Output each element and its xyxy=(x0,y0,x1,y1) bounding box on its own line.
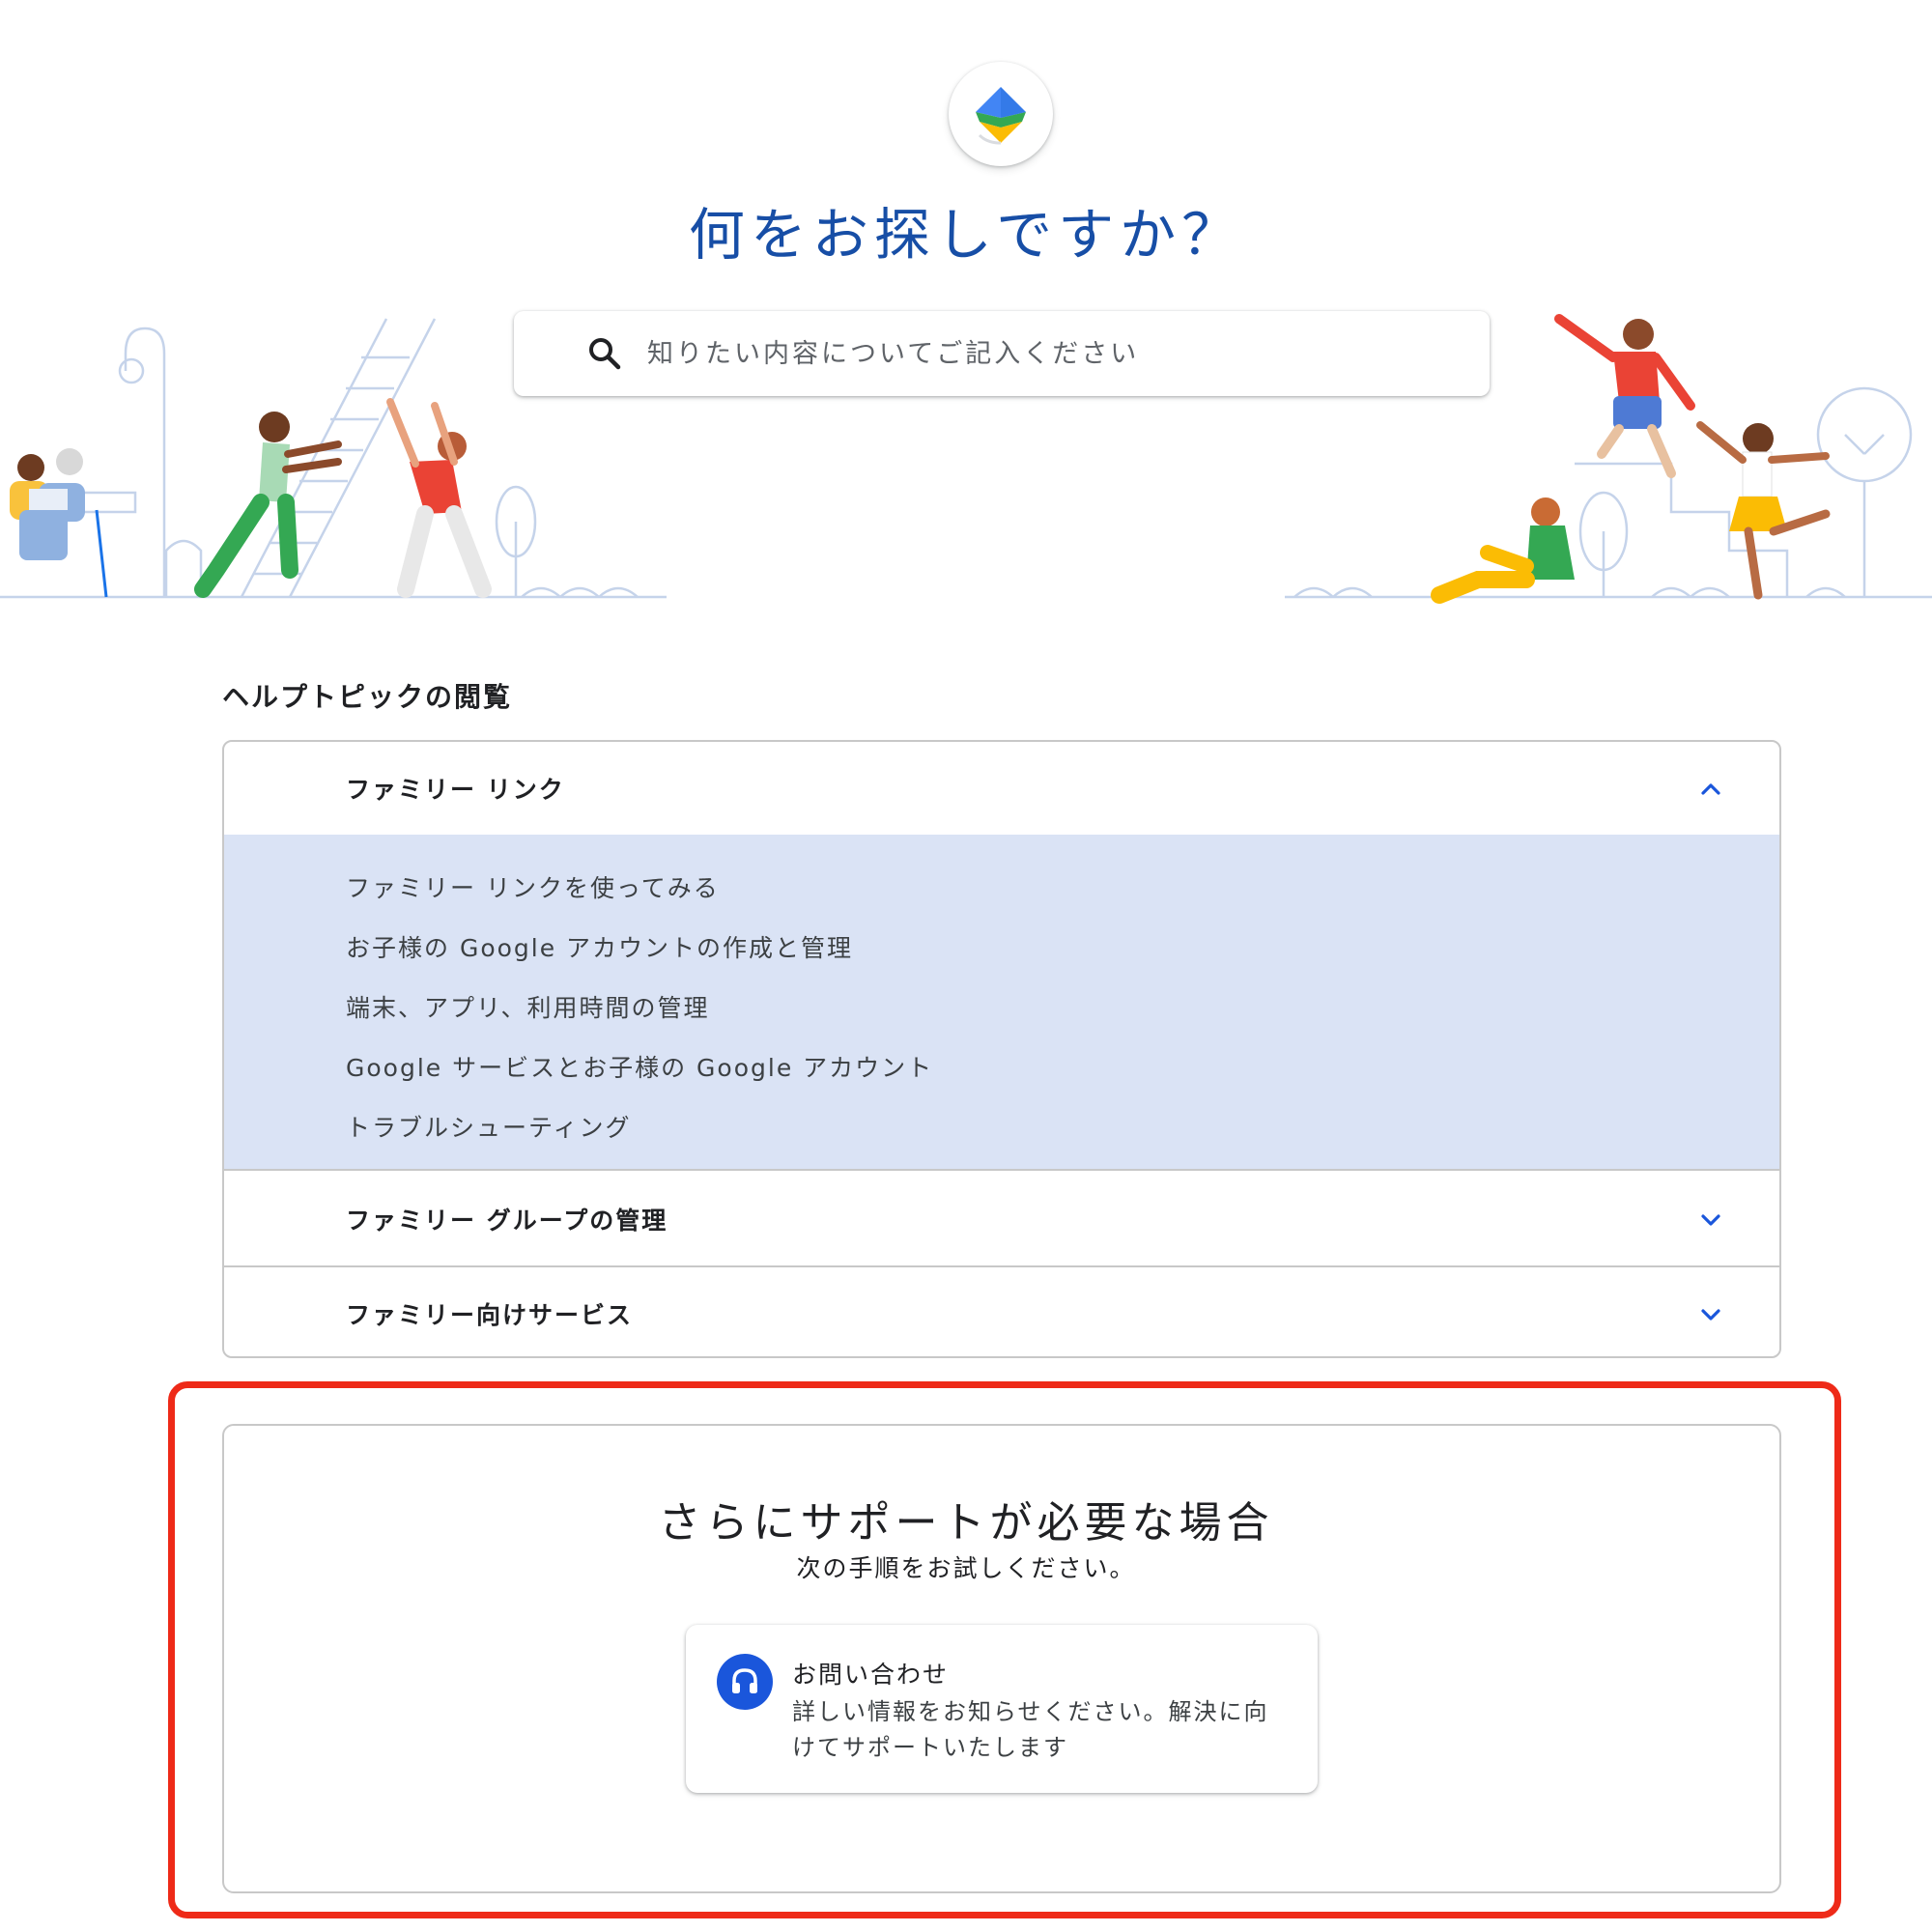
family-link-logo xyxy=(949,62,1053,166)
topic-link[interactable]: Google サービスとお子様の Google アカウント xyxy=(346,1049,933,1084)
chevron-down-icon[interactable] xyxy=(1698,1302,1723,1327)
google-family-link-logo-icon xyxy=(976,87,1026,145)
page-title: 何をお探しですか？ xyxy=(688,202,1244,268)
support-title: さらにサポートが必要な場合 xyxy=(658,1498,1274,1548)
accordion-header-family-services[interactable]: ファミリー向けサービス xyxy=(224,1267,1779,1356)
headset-icon xyxy=(717,1654,773,1710)
contact-us-card[interactable]: お問い合わせ 詳しい情報をお知らせください。解決に向けてサポートいたします xyxy=(686,1625,1318,1793)
accordion-header-family-group[interactable]: ファミリー グループの管理 xyxy=(224,1173,1779,1265)
accordion-header-family-link[interactable]: ファミリー リンク xyxy=(224,742,1779,835)
contact-us-title: お問い合わせ xyxy=(792,1661,950,1689)
help-topics-heading: ヘルプトピックの閲覧 xyxy=(222,681,513,713)
contact-us-description: 詳しい情報をお知らせください。解決に向けてサポートいたします xyxy=(792,1698,1269,1761)
topic-link[interactable]: お子様の Google アカウントの作成と管理 xyxy=(346,929,853,964)
search-input[interactable] xyxy=(647,330,1459,377)
topic-link[interactable]: トラブルシューティング xyxy=(346,1109,632,1144)
support-subtitle: 次の手順をお試しください。 xyxy=(796,1554,1136,1582)
accordion-title: ファミリー グループの管理 xyxy=(346,1207,668,1235)
accordion-title: ファミリー向けサービス xyxy=(346,1301,634,1329)
accordion-title: ファミリー リンク xyxy=(346,776,565,804)
chevron-down-icon[interactable] xyxy=(1698,1208,1723,1233)
help-topics-accordion: ファミリー リンク ファミリー リンクを使ってみる お子様の Google アカ… xyxy=(222,740,1781,1358)
topic-link[interactable]: ファミリー リンクを使ってみる xyxy=(346,869,720,904)
chevron-up-icon[interactable] xyxy=(1698,777,1723,802)
accordion-panel-family-link: ファミリー リンクを使ってみる お子様の Google アカウントの作成と管理 … xyxy=(224,835,1779,1171)
topic-link[interactable]: 端末、アプリ、利用時間の管理 xyxy=(346,989,710,1024)
search-icon[interactable] xyxy=(585,334,624,373)
search-box[interactable] xyxy=(514,311,1490,396)
